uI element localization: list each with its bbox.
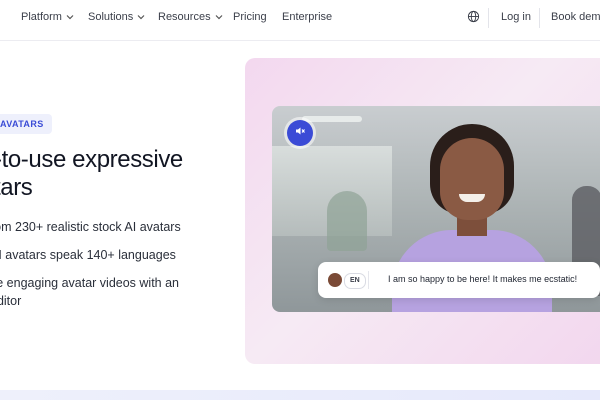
nav-resources-label: Resources xyxy=(158,11,211,23)
caption-divider xyxy=(368,271,369,289)
feature-bullet: ke engaging avatar videos with an editor xyxy=(0,274,210,310)
nav-platform[interactable]: Platform xyxy=(21,11,74,23)
background-ceiling-light xyxy=(302,116,362,122)
nav-solutions-label: Solutions xyxy=(88,11,134,23)
nav-resources[interactable]: Resources xyxy=(158,11,223,23)
book-demo-link[interactable]: Book demo xyxy=(551,11,600,23)
avatar-smile xyxy=(459,194,485,202)
next-section-band xyxy=(0,390,600,400)
avatar-thumbnail xyxy=(328,273,342,287)
nav-enterprise[interactable]: Enterprise xyxy=(282,11,332,23)
chevron-down-icon xyxy=(137,13,145,21)
nav-pricing[interactable]: Pricing xyxy=(233,11,267,23)
feature-bullet-text: AI avatars speak 140+ languages xyxy=(0,248,176,262)
nav-divider xyxy=(539,8,540,28)
chevron-down-icon xyxy=(215,13,223,21)
nav-platform-label: Platform xyxy=(21,11,62,23)
chevron-down-icon xyxy=(66,13,74,21)
feature-bullet-text: ke engaging avatar videos with an xyxy=(0,276,180,290)
section-badge: AVATARS xyxy=(0,114,52,134)
subtitle-caption: EN I am so happy to be here! It makes me… xyxy=(318,262,600,298)
hero-headline-line1: -to-use expressive xyxy=(0,146,183,173)
speaker-muted-icon xyxy=(294,124,306,142)
caption-text: I am so happy to be here! It makes me ec… xyxy=(388,274,578,284)
language-badge[interactable]: EN xyxy=(344,273,366,289)
feature-bullet: AI avatars speak 140+ languages xyxy=(0,246,210,264)
feature-bullet-text: rom 230+ realistic stock AI avatars xyxy=(0,220,181,234)
avatar-face xyxy=(440,138,504,220)
globe-icon[interactable] xyxy=(467,10,480,23)
feature-bullet: rom 230+ realistic stock AI avatars xyxy=(0,218,210,236)
hero-headline-line2: tars xyxy=(0,174,33,201)
mute-button[interactable] xyxy=(287,120,313,146)
nav-pricing-label: Pricing xyxy=(233,11,267,23)
login-link[interactable]: Log in xyxy=(501,11,531,23)
nav-divider xyxy=(488,8,489,28)
top-navigation: Platform Solutions Resources Pricing Ent… xyxy=(0,0,600,41)
nav-solutions[interactable]: Solutions xyxy=(88,11,145,23)
background-plant xyxy=(327,191,367,251)
hero-headline: -to-use expressive tars xyxy=(0,146,234,202)
feature-bullet-text-cont: editor xyxy=(0,294,22,308)
nav-enterprise-label: Enterprise xyxy=(282,11,333,23)
